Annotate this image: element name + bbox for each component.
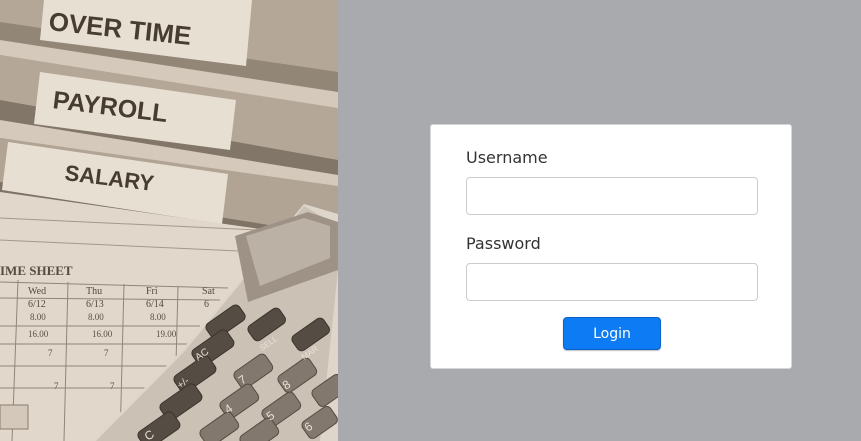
payroll-photo-image: OVER TIME PAYROLL SALARY IME SHEET Wed T… <box>0 0 338 441</box>
login-card: Username Password Login <box>430 124 792 369</box>
password-input[interactable] <box>466 263 758 301</box>
login-button[interactable]: Login <box>563 317 661 350</box>
payroll-photo: OVER TIME PAYROLL SALARY IME SHEET Wed T… <box>0 0 338 441</box>
password-label: Password <box>466 234 541 253</box>
username-label: Username <box>466 148 548 167</box>
username-input[interactable] <box>466 177 758 215</box>
